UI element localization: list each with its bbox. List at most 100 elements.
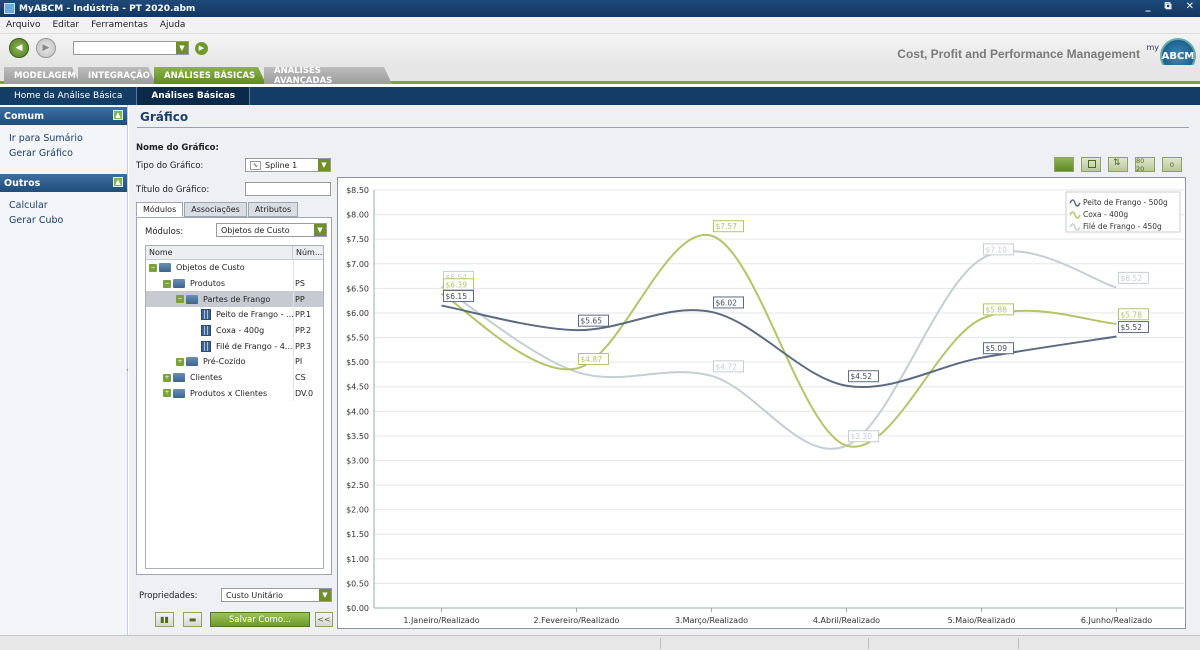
data-label: $5.65 <box>581 317 603 326</box>
tree-row[interactable]: − Produtos PS <box>146 275 323 292</box>
go-icon[interactable]: ▶ <box>195 42 208 55</box>
expand-icon[interactable]: + <box>163 373 171 382</box>
chart-title-input[interactable] <box>245 182 331 196</box>
tagline: Cost, Profit and Performance Management <box>897 47 1140 61</box>
tree-item-code: PP <box>295 294 305 304</box>
collapse-panel-button[interactable]: << <box>315 612 333 627</box>
y-tick-label: $2.00 <box>346 506 369 515</box>
y-tick-label: $7.50 <box>346 235 369 244</box>
restore-button[interactable]: ⧉ <box>1164 1 1171 12</box>
y-tick-label: $3.50 <box>346 432 369 441</box>
tab-integracao[interactable]: INTEGRAÇÃO <box>78 67 156 84</box>
x-tick-label: 6.Junho/Realizado <box>1081 616 1152 625</box>
forward-arrow-icon[interactable]: ▶ <box>36 38 56 58</box>
menu-ferramentas[interactable]: Ferramentas <box>91 20 148 30</box>
x-tick-label: 3.Março/Realizado <box>675 616 748 625</box>
cost-object-icon <box>201 309 211 321</box>
legend-label: Peito de Frango - 500g <box>1083 198 1168 207</box>
sidebar-item-calcular[interactable]: Calcular <box>0 197 127 212</box>
zero-button[interactable]: 0 <box>1162 157 1182 172</box>
collapse-icon[interactable]: − <box>163 279 171 288</box>
address-dropdown[interactable]: ▼ <box>73 41 189 55</box>
collapse-icon[interactable]: − <box>176 295 184 304</box>
subnav-home-analise[interactable]: Home da Análise Básica <box>0 87 136 105</box>
tab-modulos[interactable]: Módulos <box>136 202 184 217</box>
tab-modelagem[interactable]: MODELAGEM <box>4 67 80 84</box>
chart-container: $0.00 $0.50 $1.00 $1.50 $2.00 $2.50 $3.00 $3.50… <box>337 177 1186 629</box>
tab-analises-avancadas[interactable]: ANÁLISES AVANÇADAS <box>264 67 392 84</box>
sidebar-section-title: Comum <box>4 110 45 122</box>
modules-label: Módulos: <box>145 227 184 237</box>
tree-row[interactable]: + Clientes CS <box>146 369 323 386</box>
expand-icon[interactable]: + <box>163 389 171 398</box>
expand-icon[interactable]: + <box>176 357 184 366</box>
tree-row[interactable]: Filé de Frango - 4... PP.3 <box>146 338 323 355</box>
properties-select[interactable]: Custo Unitário ▼ <box>221 588 332 602</box>
tab-analises-basicas[interactable]: ANÁLISES BÁSICAS <box>154 67 266 84</box>
title-divider <box>137 127 1189 128</box>
window-title: MyABCM - Indústria - PT 2020.abm <box>19 3 196 14</box>
tree-row[interactable]: + Pré-Cozido PI <box>146 354 323 370</box>
tab-atributos[interactable]: Atributos <box>247 202 299 217</box>
column-nome[interactable]: Nome <box>146 246 293 259</box>
column-numero[interactable]: Núm... <box>293 246 322 259</box>
save-icon[interactable]: ▬ <box>183 612 202 627</box>
menu-editar[interactable]: Editar <box>52 20 79 30</box>
save-as-button[interactable]: Salvar Como... <box>210 612 310 627</box>
back-arrow-icon[interactable]: ◀ <box>9 38 29 58</box>
chart-type-select[interactable]: ∿ Spline 1 ▼ <box>245 158 331 172</box>
close-button[interactable]: ✕ <box>1186 1 1194 12</box>
menu-ajuda[interactable]: Ajuda <box>160 20 186 30</box>
y-tick-label: $0.50 <box>346 579 369 588</box>
sidebar-item-gerar-cubo[interactable]: Gerar Cubo <box>0 212 127 227</box>
tree-item-code: PS <box>295 279 305 289</box>
tree-item-label: Pré-Cozido <box>203 357 246 367</box>
tree-row-selected[interactable]: − Partes de Frango PP <box>146 291 323 308</box>
chart-view-icon[interactable] <box>1054 157 1074 172</box>
chevron-down-icon[interactable]: ▼ <box>176 42 188 54</box>
tree-item-label: Filé de Frango - 4... <box>216 341 293 351</box>
modules-select[interactable]: Objetos de Custo ▼ <box>216 223 327 237</box>
data-label: $5.78 <box>1121 310 1143 319</box>
tree-item-label: Clientes <box>190 373 223 383</box>
data-label: $7.10 <box>986 245 1008 254</box>
chevron-down-icon[interactable]: ▼ <box>318 159 330 171</box>
page-title: Gráfico <box>140 110 189 124</box>
export-glyph-icon <box>1088 160 1096 168</box>
chevron-down-icon[interactable]: ▼ <box>314 224 326 236</box>
collapse-icon[interactable]: ▲ <box>113 110 123 120</box>
legend-label: Coxa - 400g <box>1083 210 1128 219</box>
sidebar-section-title: Outros <box>4 177 41 189</box>
y-tick-label: $4.50 <box>346 383 369 392</box>
chevron-down-icon[interactable]: ▼ <box>319 589 331 601</box>
sort-glyph-icon: ⇅ <box>1113 158 1121 168</box>
tree-item-code: DV.0 <box>295 388 314 398</box>
chart-name-label: Nome do Gráfico: <box>136 143 219 153</box>
chart-type-value: Spline 1 <box>265 160 298 170</box>
minimize-button[interactable]: _ <box>1145 1 1150 12</box>
pareto-button[interactable]: 80 20 <box>1135 157 1155 173</box>
collapse-icon[interactable]: − <box>149 263 157 272</box>
data-label: $3.30 <box>851 432 873 441</box>
tab-associacoes[interactable]: Associações <box>184 202 247 217</box>
folder-icon <box>173 388 185 398</box>
data-label: $5.09 <box>986 344 1008 353</box>
cost-object-icon <box>201 325 211 337</box>
tree-row[interactable]: Peito de Frango - ... PP.1 <box>146 307 323 323</box>
folder-icon <box>159 263 171 273</box>
tree-row[interactable]: + Produtos x Clientes DV.0 <box>146 385 323 402</box>
subnav-analises-basicas[interactable]: Análises Básicas <box>136 87 251 105</box>
sidebar-section-comum[interactable]: Comum ▲ <box>0 107 127 125</box>
chart-settings-icon[interactable]: ▮▮ <box>155 612 174 627</box>
sidebar-item-gerar-grafico[interactable]: Gerar Gráfico <box>0 145 127 160</box>
collapse-icon[interactable]: ▲ <box>113 177 123 187</box>
sidebar-item-ir-para-sumario[interactable]: Ir para Sumário <box>0 130 127 145</box>
sidebar-section-outros[interactable]: Outros ▲ <box>0 174 127 192</box>
tree-row[interactable]: Coxa - 400g PP.2 <box>146 322 323 339</box>
menu-arquivo[interactable]: Arquivo <box>6 20 40 30</box>
tree-header: Nome Núm... <box>146 246 323 260</box>
y-tick-label: $2.50 <box>346 481 369 490</box>
tree-row[interactable]: − Objetos de Custo <box>146 260 323 276</box>
spline-icon: ∿ <box>250 160 261 170</box>
data-label: $4.72 <box>716 362 738 371</box>
